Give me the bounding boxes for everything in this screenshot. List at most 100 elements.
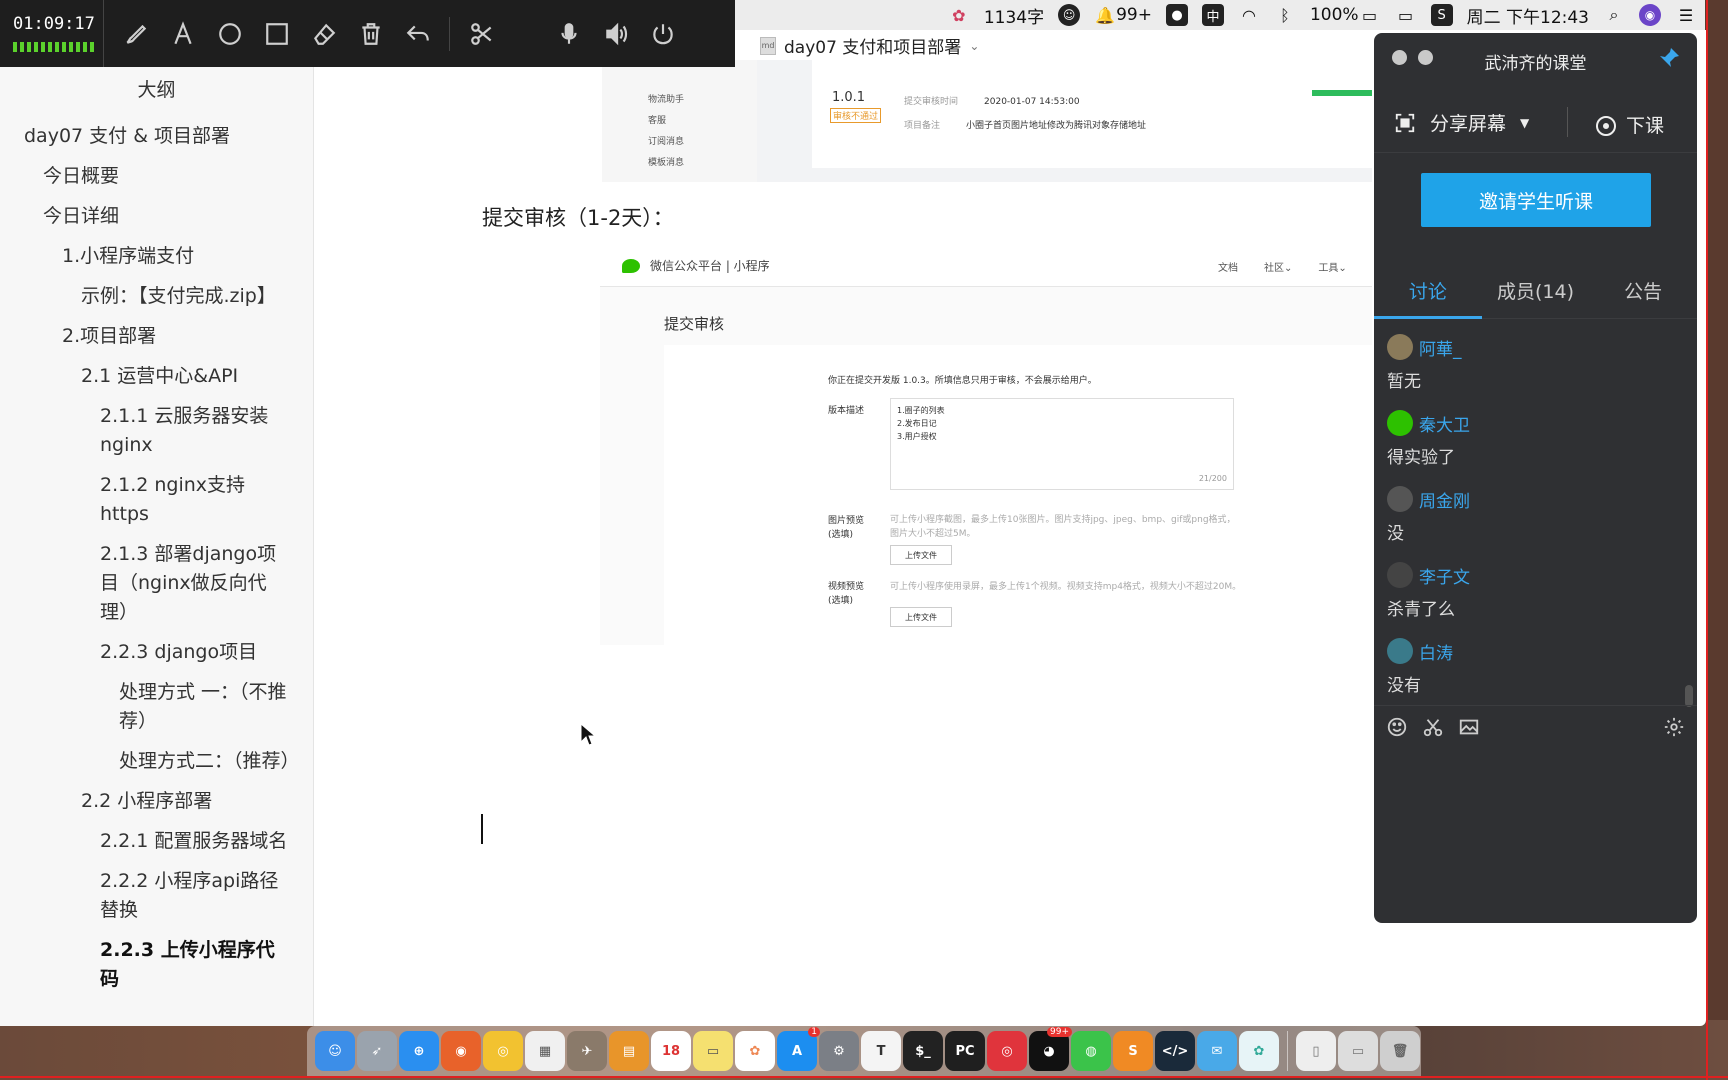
nav-item: 文档 bbox=[1218, 263, 1238, 274]
avatar[interactable] bbox=[1387, 486, 1413, 512]
clock[interactable]: 周二 下午12:43 bbox=[1467, 3, 1589, 28]
chat-input-toolbar bbox=[1374, 705, 1697, 747]
tab-announcements[interactable]: 公告 bbox=[1589, 269, 1697, 318]
minimize-window-button[interactable] bbox=[1418, 50, 1433, 65]
qq-status[interactable]: 🔔 99+ bbox=[1094, 4, 1152, 26]
firefox-icon[interactable]: ◉ bbox=[441, 1031, 481, 1071]
outline-item[interactable]: 1.小程序端支付 bbox=[0, 237, 313, 277]
chat-username[interactable]: 李子文 bbox=[1419, 563, 1470, 588]
power-icon[interactable] bbox=[639, 0, 686, 67]
books-icon[interactable]: ▤ bbox=[609, 1031, 649, 1071]
chat-scrollbar[interactable] bbox=[1685, 685, 1693, 707]
code-editor-icon[interactable]: </> bbox=[1155, 1031, 1195, 1071]
outline-item[interactable]: 处理方式二：（推荐） bbox=[0, 742, 313, 782]
spotlight-search-icon[interactable]: ⌕ bbox=[1603, 4, 1625, 26]
photos-icon[interactable]: ✿ bbox=[735, 1031, 775, 1071]
undo-icon[interactable] bbox=[394, 0, 441, 67]
outline-item[interactable]: day07 支付 & 项目部署 bbox=[0, 117, 313, 157]
system-preferences-icon[interactable]: ⚙ bbox=[819, 1031, 859, 1071]
outline-item[interactable]: 2.2.2 小程序api路径替换 bbox=[0, 862, 313, 931]
microphone-icon[interactable] bbox=[545, 0, 592, 67]
outline-item[interactable]: 2.1 运营中心&API bbox=[0, 357, 313, 397]
outline-item[interactable]: 2.1.3 部署django项目（nginx做反向代理） bbox=[0, 535, 313, 633]
invite-students-button[interactable]: 邀请学生听课 bbox=[1421, 173, 1651, 227]
netease-music-icon[interactable]: ◎ bbox=[987, 1031, 1027, 1071]
chat-username[interactable]: 秦大卫 bbox=[1419, 411, 1470, 436]
sublime-icon[interactable]: S bbox=[1430, 4, 1453, 26]
outline-item[interactable]: 2.1.2 nginx支持https bbox=[0, 466, 313, 535]
recorder-toolbar: 01:09:17 bbox=[0, 0, 735, 67]
pin-icon[interactable] bbox=[1657, 46, 1681, 70]
microphone-status-icon[interactable]: ● bbox=[1165, 4, 1188, 26]
siri-icon[interactable]: ◉ bbox=[1639, 4, 1661, 26]
word-count[interactable]: 1134字 bbox=[984, 3, 1044, 28]
pycharm-icon[interactable]: PC bbox=[945, 1031, 985, 1071]
text-tool-icon[interactable] bbox=[159, 0, 206, 67]
avatar[interactable] bbox=[1387, 410, 1413, 436]
avatar[interactable] bbox=[1387, 638, 1413, 664]
eraser-icon[interactable] bbox=[300, 0, 347, 67]
finder-icon[interactable]: ☺ bbox=[315, 1031, 355, 1071]
notes-icon[interactable]: ▭ bbox=[693, 1031, 733, 1071]
preview-icon[interactable]: ✈ bbox=[567, 1031, 607, 1071]
qq-icon[interactable]: ◕ 99+ bbox=[1029, 1027, 1072, 1071]
battery-status[interactable]: 100% ▭ bbox=[1310, 4, 1381, 26]
airplay-icon[interactable]: ▭ bbox=[1395, 4, 1417, 26]
emoji-icon[interactable] bbox=[1386, 716, 1408, 738]
settings-gear-icon[interactable] bbox=[1663, 716, 1685, 738]
apps-grid-icon[interactable]: ▦ bbox=[525, 1031, 565, 1071]
outline-item[interactable]: 2.2 小程序部署 bbox=[0, 782, 313, 822]
chat-messages[interactable]: 阿華_ 暂无 秦大卫 得实验了 周金刚没李子文 杀青了么 白涛 没有 bbox=[1374, 323, 1697, 703]
screenshot-scissors-icon[interactable] bbox=[1422, 716, 1444, 738]
scissors-icon[interactable] bbox=[458, 0, 505, 67]
outline-item[interactable]: 2.1.1 云服务器安装nginx bbox=[0, 397, 313, 466]
avatar[interactable] bbox=[1387, 334, 1413, 360]
trash-icon[interactable] bbox=[347, 0, 394, 67]
input-method[interactable]: 中 bbox=[1201, 4, 1224, 26]
classroom-app-icon[interactable]: ✿ bbox=[1239, 1031, 1279, 1071]
outline-item[interactable]: 2.2.1 配置服务器域名 bbox=[0, 822, 313, 862]
wifi-icon[interactable]: ◠ bbox=[1238, 4, 1260, 26]
outline-item[interactable]: 今日概要 bbox=[0, 157, 313, 197]
app-store-icon[interactable]: A1 bbox=[777, 1027, 820, 1071]
folder-stack-icon[interactable]: ▭ bbox=[1338, 1031, 1378, 1071]
typora-icon[interactable]: T bbox=[861, 1031, 901, 1071]
bluetooth-icon[interactable]: ᛒ bbox=[1274, 4, 1296, 26]
outline-item[interactable]: 2.2.3 django项目 bbox=[0, 633, 313, 673]
calendar-icon[interactable]: 18 bbox=[651, 1031, 691, 1071]
chat-username[interactable]: 阿華_ bbox=[1419, 335, 1462, 360]
tab-members[interactable]: 成员(14) bbox=[1482, 269, 1590, 318]
tab-discussion[interactable]: 讨论 bbox=[1374, 269, 1482, 319]
avatar[interactable] bbox=[1387, 562, 1413, 588]
chrome-icon[interactable]: ◎ bbox=[483, 1031, 523, 1071]
document-stack-icon[interactable]: ▯ bbox=[1296, 1031, 1336, 1071]
document-title[interactable]: md day07 支付和项目部署 ⌄ bbox=[760, 33, 979, 58]
close-window-button[interactable] bbox=[1392, 50, 1407, 65]
outline-item[interactable]: 处理方式 一：（不推荐） bbox=[0, 673, 313, 742]
notification-center-icon[interactable]: ☰ bbox=[1675, 4, 1697, 26]
wechat-icon[interactable]: ◍ bbox=[1071, 1031, 1111, 1071]
chat-username[interactable]: 白涛 bbox=[1419, 639, 1453, 664]
flower-app-icon[interactable]: ✿ bbox=[948, 4, 970, 26]
circle-tool-icon[interactable] bbox=[206, 0, 253, 67]
trash-bin-icon[interactable]: 🗑 bbox=[1380, 1031, 1420, 1071]
chat-app-icon[interactable]: ☺ bbox=[1058, 4, 1081, 26]
sublime-text-icon[interactable]: S bbox=[1113, 1031, 1153, 1071]
rectangle-tool-icon[interactable] bbox=[253, 0, 300, 67]
speaker-icon[interactable] bbox=[592, 0, 639, 67]
brush-icon[interactable] bbox=[112, 0, 159, 67]
chevron-down-icon[interactable]: ⌄ bbox=[969, 39, 979, 53]
chat-username[interactable]: 周金刚 bbox=[1419, 487, 1470, 512]
outline-item[interactable]: 2.项目部署 bbox=[0, 317, 313, 357]
end-class-button[interactable]: 下课 bbox=[1594, 111, 1664, 138]
safari-icon[interactable]: ⊕ bbox=[399, 1031, 439, 1071]
outline-item[interactable]: 2.2.3 上传小程序代码 bbox=[0, 931, 313, 1000]
outline-item[interactable]: 今日详细 bbox=[0, 197, 313, 237]
outline-item[interactable]: 示例：【支付完成.zip】 bbox=[0, 277, 313, 317]
share-screen-button[interactable]: 分享屏幕 ▼ bbox=[1394, 109, 1529, 136]
launchpad-rocket-icon[interactable]: ➶ bbox=[357, 1031, 397, 1071]
mail-plane-icon[interactable]: ✉ bbox=[1197, 1031, 1237, 1071]
terminal-icon[interactable]: $_ bbox=[903, 1031, 943, 1071]
image-icon[interactable] bbox=[1458, 716, 1480, 738]
mouse-pointer-icon bbox=[580, 723, 596, 746]
